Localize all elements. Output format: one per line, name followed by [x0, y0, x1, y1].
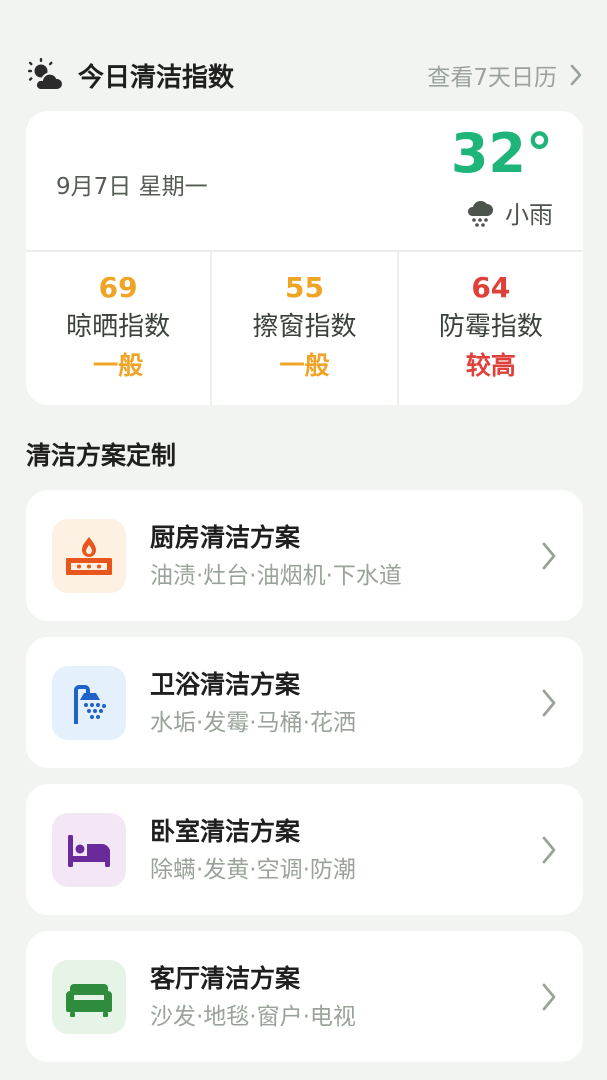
plan-title: 客厅清洁方案	[150, 963, 301, 993]
plan-text: 客厅清洁方案 沙发·地毯·窗户·电视	[150, 962, 356, 1032]
plan-icon-box	[52, 518, 126, 593]
temperature: 32°	[450, 122, 553, 185]
index-level: 一般	[93, 351, 144, 380]
view-7-day-calendar-link[interactable]: 查看7天日历	[427, 58, 583, 92]
index-name: 晾晒指数	[66, 312, 171, 342]
index-level: 一般	[279, 351, 330, 380]
index-level: 较高	[465, 351, 516, 380]
chevron-right-icon	[542, 689, 556, 716]
plan-icon-box	[52, 812, 126, 887]
plan-card-living-room[interactable]: 客厅清洁方案 沙发·地毯·窗户·电视	[26, 931, 583, 1062]
weather-condition-label: 小雨	[505, 201, 553, 229]
plan-tags: 水垢·发霉·马桶·花洒	[150, 709, 356, 736]
page-title: 今日清洁指数	[78, 62, 235, 93]
plan-list: 厨房清洁方案 油渍·灶台·油烟机·下水道 卫浴清洁方案 水垢·发霉·马桶·花洒 …	[26, 490, 583, 1078]
index-value: 64	[471, 271, 511, 304]
shower-icon	[74, 684, 106, 724]
weather-summary: 9月7日 星期一 32° 小雨	[26, 111, 583, 252]
index-drying[interactable]: 69 晾晒指数 一般	[26, 252, 210, 405]
clean-index-header: 今日清洁指数 查看7天日历	[26, 52, 583, 98]
chevron-right-icon	[542, 542, 556, 569]
chevron-right-icon	[542, 983, 556, 1010]
index-name: 擦窗指数	[252, 312, 357, 342]
weather-condition: 小雨	[465, 195, 553, 230]
bed-icon	[68, 834, 110, 867]
sun-cloud-icon	[28, 58, 64, 91]
sofa-icon	[66, 983, 112, 1017]
date-text: 9月7日 星期一	[56, 174, 208, 200]
chevron-right-icon	[542, 836, 556, 863]
plan-card-kitchen[interactable]: 厨房清洁方案 油渍·灶台·油烟机·下水道	[26, 490, 583, 621]
plan-icon-box	[52, 959, 126, 1034]
calendar-link-label: 查看7天日历	[427, 65, 557, 91]
index-value: 69	[98, 271, 138, 304]
plan-tags: 沙发·地毯·窗户·电视	[150, 1003, 356, 1030]
index-list: 69 晾晒指数 一般 55 擦窗指数 一般 64 防霉指数 较高	[26, 252, 583, 405]
plan-icon-box	[52, 665, 126, 740]
plans-section-title: 清洁方案定制	[26, 441, 177, 470]
chevron-right-icon	[570, 64, 582, 86]
index-value: 55	[285, 271, 324, 304]
plan-tags: 油渍·灶台·油烟机·下水道	[150, 562, 402, 589]
plan-card-bedroom[interactable]: 卧室清洁方案 除螨·发黄·空调·防潮	[26, 784, 583, 915]
plan-text: 厨房清洁方案 油渍·灶台·油烟机·下水道	[150, 521, 402, 591]
plan-text: 卧室清洁方案 除螨·发黄·空调·防潮	[150, 815, 356, 885]
rain-cloud-icon	[467, 200, 493, 227]
index-name: 防霉指数	[438, 312, 543, 342]
plan-title: 卫浴清洁方案	[150, 669, 301, 699]
plan-title: 卧室清洁方案	[150, 816, 301, 846]
plan-tags: 除螨·发黄·空调·防潮	[150, 856, 356, 883]
index-window[interactable]: 55 擦窗指数 一般	[210, 252, 396, 405]
index-mold[interactable]: 64 防霉指数 较高	[396, 252, 583, 405]
plan-card-bathroom[interactable]: 卫浴清洁方案 水垢·发霉·马桶·花洒	[26, 637, 583, 768]
header-title-group: 今日清洁指数	[26, 57, 234, 94]
plan-title: 厨房清洁方案	[150, 522, 301, 552]
plan-text: 卫浴清洁方案 水垢·发霉·马桶·花洒	[150, 668, 356, 738]
stove-icon	[66, 536, 112, 575]
clean-index-card: 9月7日 星期一 32° 小雨 69 晾晒指数 一般 55 擦窗指数 一般 64…	[26, 111, 583, 405]
